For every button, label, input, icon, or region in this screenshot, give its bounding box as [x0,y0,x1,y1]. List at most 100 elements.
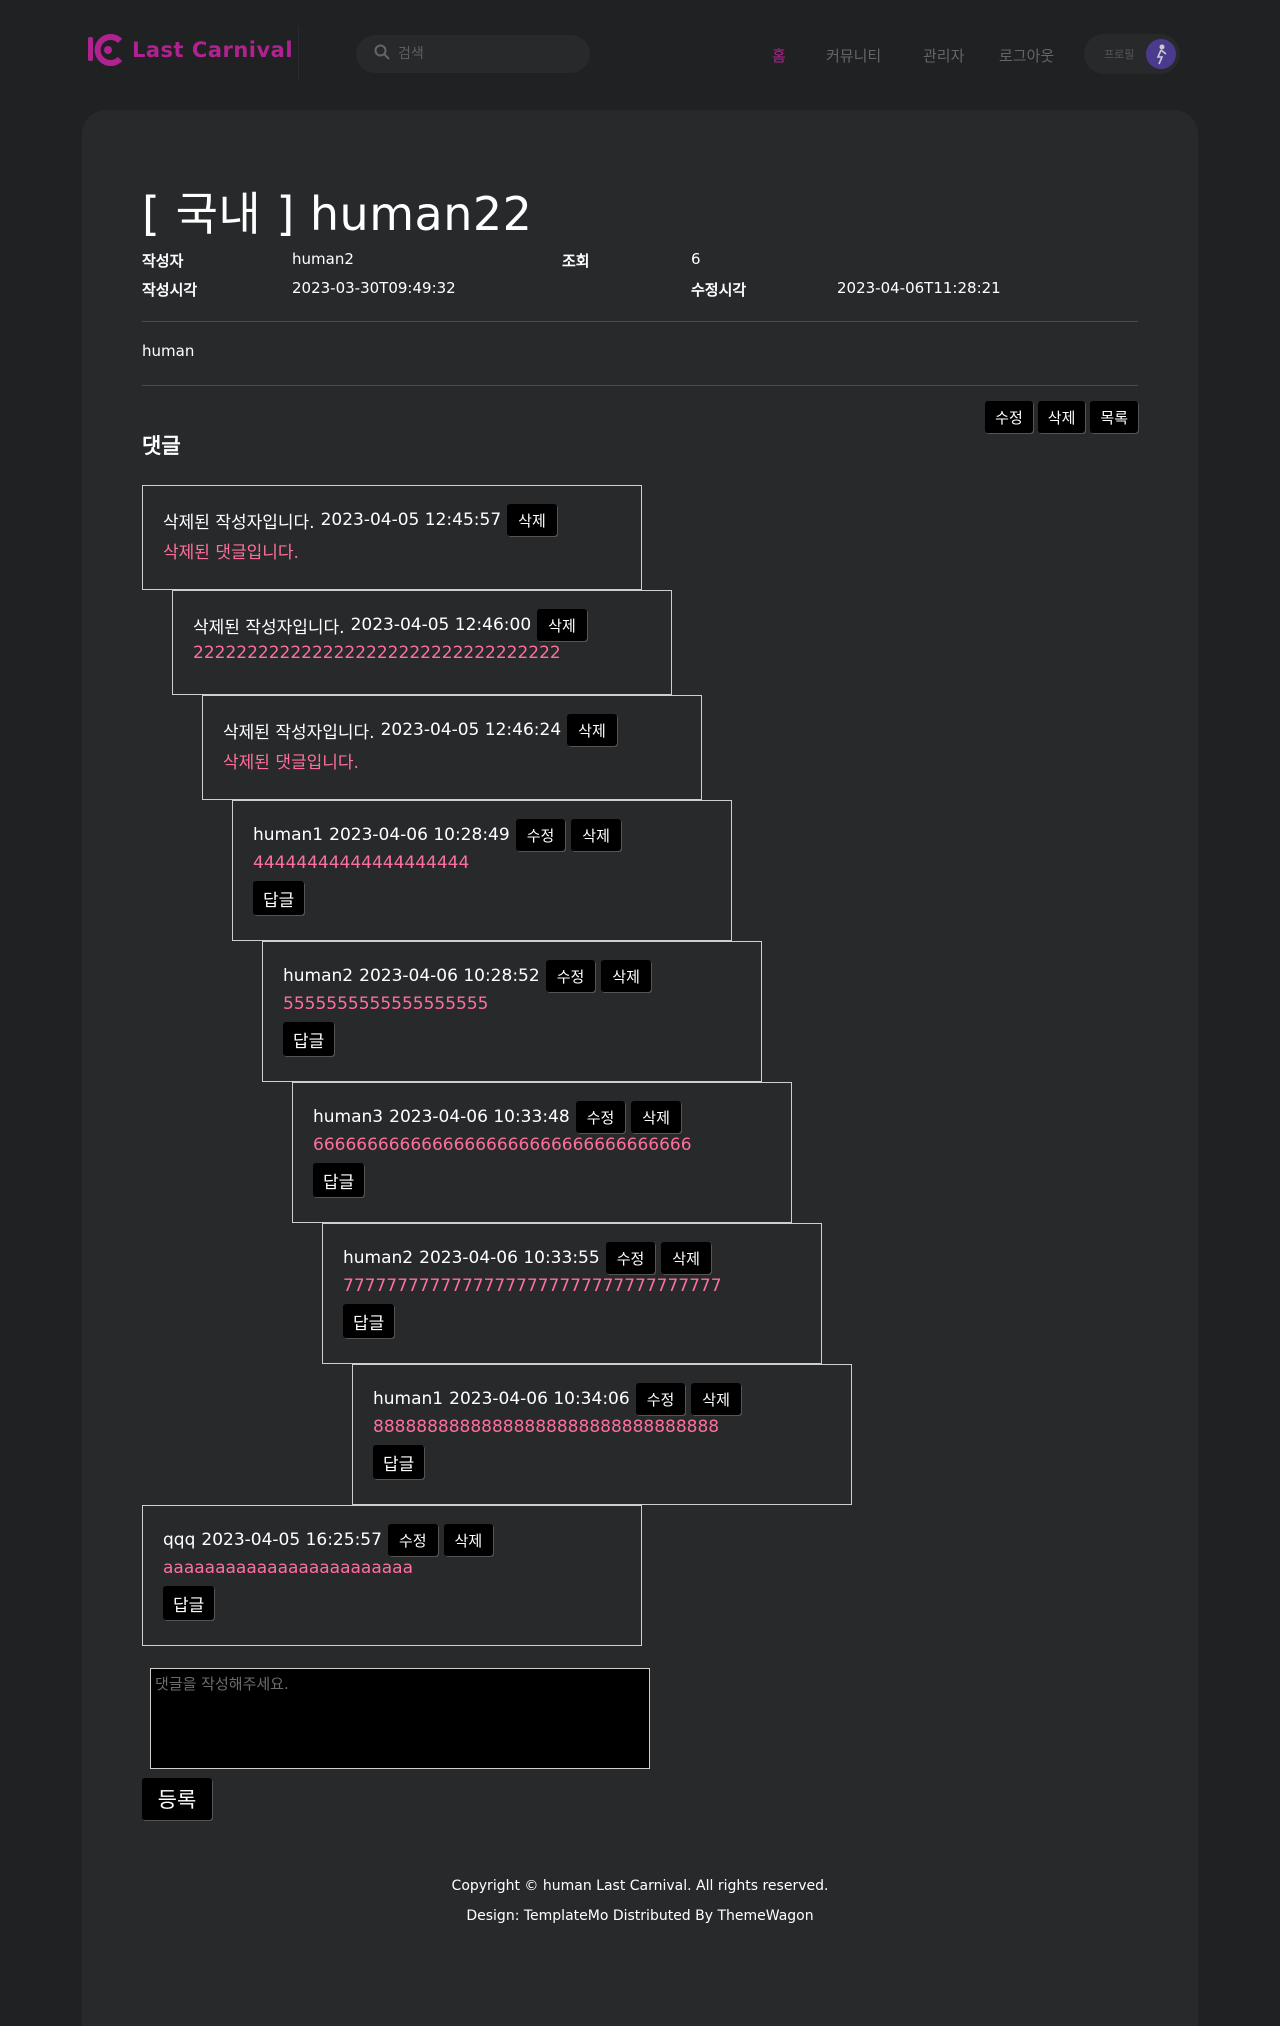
comment-time: 2023-04-06 10:28:49 [329,825,510,845]
post-body: human [142,342,195,360]
edit-comment-button[interactable]: 수정 [605,1242,656,1274]
footer-copyright: Copyright © human Last Carnival. All rig… [451,1878,829,1894]
nav-logout[interactable]: 로그아웃 [999,45,1054,66]
post-actions: 수정 삭제 목록 [985,401,1138,433]
views-value: 6 [691,250,701,268]
delete-comment-button[interactable]: 삭제 [601,960,651,992]
comment-item: human3 2023-04-06 10:33:48 수정 삭제 66666666666… [292,1082,792,1223]
created-label: 작성시각 [142,281,198,299]
comment-author: 삭제된 작성자입니다. [223,722,375,743]
avatar-figure-icon [1156,44,1167,65]
delete-comment-button[interactable]: 삭제 [567,714,617,746]
comment-author: human3 [313,1107,384,1127]
comment-text: 5555555555555555555 [283,994,489,1014]
author-label: 작성자 [142,252,184,270]
delete-comment-button[interactable]: 삭제 [507,504,557,536]
comment-author: human1 [253,825,324,845]
comments-title: 댓글 [142,434,181,458]
reply-button[interactable]: 답글 [373,1445,425,1479]
comment-text: 삭제된 댓글입니다. [223,753,359,773]
avatar [1146,39,1176,69]
comment-text: 66666666666666666666666666666666666 [313,1135,692,1155]
comment-text: 삭제된 댓글입니다. [163,543,299,563]
logo[interactable]: Last Carnival [86,30,293,70]
post-title: [ 국내 ] human22 [142,187,533,241]
author-value: human2 [292,250,354,268]
comment-text: 2222222222222222222222222222222222 [193,643,561,663]
comment-time: 2023-04-05 12:46:24 [380,720,562,740]
comment-time: 2023-04-06 10:33:55 [419,1248,600,1268]
comment-author: 삭제된 작성자입니다. [193,617,345,638]
logo-text: Last Carnival [132,38,294,62]
profile-button[interactable]: 프로필 [1084,34,1180,74]
search-icon [374,44,390,64]
reply-button[interactable]: 답글 [283,1022,335,1056]
comment-header: 삭제된 작성자입니다. 2023-04-05 12:45:57 삭제 [163,504,621,536]
comment-item: human1 2023-04-06 10:34:06 수정 삭제 88888888888… [352,1364,852,1505]
comment-header: human1 2023-04-06 10:28:49 수정 삭제 [253,819,711,851]
comment-header: human2 2023-04-06 10:33:55 수정 삭제 [343,1242,801,1274]
comment-item: human2 2023-04-06 10:33:55 수정 삭제 77777777777… [322,1223,822,1364]
comment-header: 삭제된 작성자입니다. 2023-04-05 12:46:00 삭제 [193,609,651,641]
post-card: [ 국내 ] human22 작성자 human2 조회 6 작성시각 2023… [82,110,1198,2026]
comment-time: 2023-04-06 10:34:06 [449,1389,630,1409]
comment-header: qqq 2023-04-05 16:25:57 수정 삭제 [163,1524,621,1556]
top-header: Last Carnival 홈 커뮤니티 관리자 로그아웃 프로필 [0,0,1280,104]
comment-author: human1 [373,1389,444,1409]
delete-comment-button[interactable]: 삭제 [571,819,621,851]
reply-button[interactable]: 답글 [253,881,305,915]
comment-author: 삭제된 작성자입니다. [163,512,315,533]
delete-comment-button[interactable]: 삭제 [691,1383,741,1415]
comment-item: human1 2023-04-06 10:28:49 수정 삭제 44444444444… [232,800,732,941]
views-label: 조회 [562,252,590,270]
comment-time: 2023-04-06 10:28:52 [359,966,540,986]
comment-text: 77777777777777777777777777777777777 [343,1276,722,1296]
body-divider [142,385,1138,386]
submit-comment-button[interactable]: 등록 [142,1778,212,1820]
comment-item: human2 2023-04-06 10:28:52 수정 삭제 55555555555… [262,941,762,1082]
comment-item: 삭제된 작성자입니다. 2023-04-05 12:46:00 삭제 22222222… [172,590,672,695]
nav-community[interactable]: 커뮤니티 [826,45,881,66]
header-divider [298,26,299,80]
delete-comment-button[interactable]: 삭제 [443,1524,494,1556]
comment-item: 삭제된 작성자입니다. 2023-04-05 12:45:57 삭제삭제된 댓글입니… [142,485,642,590]
comment-header: human2 2023-04-06 10:28:52 수정 삭제 [283,960,741,992]
created-value: 2023-03-30T09:49:32 [292,279,456,297]
comment-author: qqq [163,1530,196,1550]
delete-post-button[interactable]: 삭제 [1037,401,1086,433]
nav-admin[interactable]: 관리자 [923,45,964,66]
comment-text: 88888888888888888888888888888888 [373,1417,720,1437]
reply-button[interactable]: 답글 [313,1163,365,1197]
edit-comment-button[interactable]: 수정 [575,1101,626,1133]
comment-time: 2023-04-05 12:46:00 [350,615,532,635]
comment-author: human2 [283,966,354,986]
comment-time: 2023-04-05 12:45:57 [320,510,502,530]
delete-comment-button[interactable]: 삭제 [631,1101,681,1133]
search-box[interactable] [356,35,590,73]
reply-button[interactable]: 답글 [163,1586,215,1620]
comment-author: human2 [343,1248,414,1268]
reply-button[interactable]: 답글 [343,1304,395,1338]
comment-time: 2023-04-06 10:33:48 [389,1107,570,1127]
comment-header: 삭제된 작성자입니다. 2023-04-05 12:46:24 삭제 [223,714,681,746]
search-input[interactable] [398,46,568,62]
meta-divider [142,321,1138,322]
modified-value: 2023-04-06T11:28:21 [837,279,1001,297]
edit-comment-button[interactable]: 수정 [635,1383,686,1415]
delete-comment-button[interactable]: 삭제 [537,609,587,641]
comment-header: human1 2023-04-06 10:34:06 수정 삭제 [373,1383,831,1415]
comment-input[interactable] [150,1668,650,1769]
logo-mark-icon [86,33,126,67]
edit-comment-button[interactable]: 수정 [387,1524,438,1556]
comment-item: qqq 2023-04-05 16:25:57 수정 삭제 aaaaaaaaaaaaaa… [142,1505,642,1646]
profile-label: 프로필 [1104,48,1135,61]
list-button[interactable]: 목록 [1090,401,1138,433]
edit-comment-button[interactable]: 수정 [545,960,596,992]
nav-home[interactable]: 홈 [772,45,786,66]
comment-header: human3 2023-04-06 10:33:48 수정 삭제 [313,1101,771,1133]
comment-item: 삭제된 작성자입니다. 2023-04-05 12:46:24 삭제삭제된 댓글입니… [202,695,702,800]
edit-comment-button[interactable]: 수정 [515,819,566,851]
comment-text: aaaaaaaaaaaaaaaaaaaaaaaa [163,1558,414,1578]
edit-post-button[interactable]: 수정 [985,401,1033,433]
delete-comment-button[interactable]: 삭제 [661,1242,711,1274]
